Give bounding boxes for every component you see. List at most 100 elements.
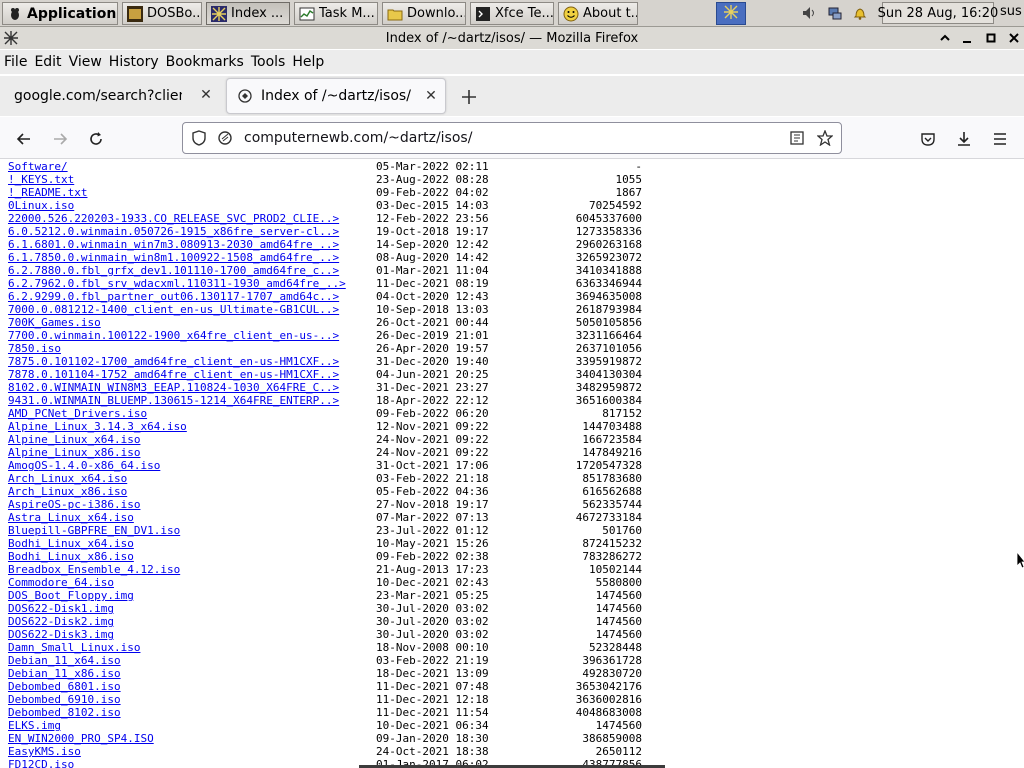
window-titlebar[interactable]: Index of /~dartz/isos/ — Mozilla Firefox	[0, 27, 1024, 49]
file-link[interactable]: 6.2.7880.0.fbl_grfx_dev1.101110-1700_amd…	[8, 264, 339, 277]
file-link[interactable]: Arch_Linux_x86.iso	[8, 485, 127, 498]
new-tab-icon[interactable]	[458, 86, 480, 108]
file-link[interactable]: DOS622-Disk2.img	[8, 615, 114, 628]
menu-file[interactable]: File	[0, 54, 30, 70]
file-link[interactable]: Bodhi_Linux_x64.iso	[8, 537, 134, 550]
bookmark-star-icon[interactable]	[816, 129, 834, 150]
menu-bookmarks[interactable]: Bookmarks	[162, 54, 247, 70]
hamburger-menu-icon[interactable]	[989, 128, 1011, 150]
file-link[interactable]: Damn_Small_Linux.iso	[8, 641, 140, 654]
file-link[interactable]: 0Linux.iso	[8, 199, 74, 212]
file-link[interactable]: FD12CD.iso	[8, 758, 74, 768]
file-link[interactable]: Debombed_6801.iso	[8, 680, 121, 693]
menu-tools[interactable]: Tools	[247, 54, 289, 70]
panel-clock[interactable]: Sun 28 Aug, 16:20	[878, 2, 998, 24]
taskbar-item-downloads[interactable]: Downlo...	[382, 2, 466, 25]
file-link[interactable]: AspireOS-pc-i386.iso	[8, 498, 140, 511]
applications-menu-button[interactable]: Applications	[2, 2, 118, 25]
window-minimize-icon[interactable]	[958, 29, 976, 47]
file-link[interactable]: 7000.0.081212-1400_client_en-us_Ultimate…	[8, 303, 339, 316]
file-link[interactable]: 22000.526.220203-1933.CO_RELEASE_SVC_PRO…	[8, 212, 339, 225]
file-link[interactable]: Breadbox_Ensemble_4.12.iso	[8, 563, 180, 576]
forward-arrow-icon[interactable]	[49, 128, 71, 150]
file-link[interactable]: 6.2.9299.0.fbl_partner_out06.130117-1707…	[8, 290, 339, 303]
url-text[interactable]: computernewb.com/~dartz/isos/	[244, 130, 472, 146]
file-modified-date: 11-Dec-2021 07:48	[376, 680, 489, 693]
file-link[interactable]: Debian_11_x86.iso	[8, 667, 121, 680]
volume-icon[interactable]	[800, 4, 818, 22]
file-modified-date: 04-Oct-2020 12:43	[376, 290, 489, 303]
file-size: 6363346944	[575, 277, 642, 290]
window-maximize-icon[interactable]	[982, 29, 1000, 47]
file-link[interactable]: 7700.0.winmain.100122-1900_x64fre_client…	[8, 329, 339, 342]
file-link[interactable]: Alpine_Linux_x64.iso	[8, 433, 140, 446]
tracking-shield-icon[interactable]	[191, 130, 207, 150]
taskbar-item-about[interactable]: About t...	[558, 2, 638, 25]
file-link[interactable]: 6.2.7962.0.fbl_srv_wdacxml.110311-1930_a…	[8, 277, 346, 290]
address-bar[interactable]: computernewb.com/~dartz/isos/	[182, 122, 842, 154]
panel-username[interactable]: sus	[1000, 4, 1022, 19]
menu-history[interactable]: History	[105, 54, 162, 70]
file-size: 1867	[615, 186, 643, 199]
file-modified-date: 24-Nov-2021 09:22	[376, 433, 489, 446]
window-close-icon[interactable]	[1005, 29, 1023, 47]
taskbar-item-terminal[interactable]: Xfce Te...	[470, 2, 554, 25]
file-link[interactable]: !_README.txt	[8, 186, 87, 199]
file-size: 5050105856	[575, 316, 642, 329]
reload-icon[interactable]	[85, 128, 107, 150]
file-size: 1474560	[595, 602, 642, 615]
connection-info-icon[interactable]	[217, 130, 233, 150]
reader-view-icon[interactable]	[789, 130, 805, 150]
file-link[interactable]: Debombed_6910.iso	[8, 693, 121, 706]
taskbar-item-dosbox[interactable]: DOSBo...	[122, 2, 202, 25]
file-modified-date: 10-May-2021 15:26	[376, 537, 489, 550]
file-link[interactable]: Software/	[8, 160, 68, 173]
file-link[interactable]: EasyKMS.iso	[8, 745, 81, 758]
file-link[interactable]: Debian_11_x64.iso	[8, 654, 121, 667]
workspace-switcher[interactable]	[716, 2, 746, 25]
tab-google-search[interactable]: google.com/search?client=fir ✕	[4, 78, 220, 114]
network-icon[interactable]	[826, 4, 844, 22]
tab-strip: google.com/search?client=fir ✕ Index of …	[0, 76, 1024, 116]
file-link[interactable]: 6.1.6801.0.winmain_win7m3.080913-2030_am…	[8, 238, 339, 251]
file-link[interactable]: 7875.0.101102-1700_amd64fre_client_en-us…	[8, 355, 339, 368]
file-link[interactable]: DOS_Boot_Floppy.img	[8, 589, 134, 602]
file-link[interactable]: 6.0.5212.0.winmain.050726-1915_x86fre_se…	[8, 225, 339, 238]
tab-close-icon[interactable]: ✕	[423, 88, 439, 104]
file-link[interactable]: 7850.iso	[8, 342, 61, 355]
window-app-icon[interactable]	[3, 30, 19, 46]
file-link[interactable]: Bluepill-GBPFRE_EN_DV1.iso	[8, 524, 180, 537]
window-collapse-icon[interactable]	[936, 29, 954, 47]
file-link[interactable]: Debombed_8102.iso	[8, 706, 121, 719]
taskbar-item-task-manager[interactable]: Task M...	[294, 2, 378, 25]
file-link[interactable]: Alpine_Linux_3.14.3_x64.iso	[8, 420, 187, 433]
file-link[interactable]: 6.1.7850.0.winmain_win8m1.100922-1508_am…	[8, 251, 339, 264]
file-link[interactable]: DOS622-Disk3.img	[8, 628, 114, 641]
file-link[interactable]: Astra_Linux_x64.iso	[8, 511, 134, 524]
file-link[interactable]: Bodhi_Linux_x86.iso	[8, 550, 134, 563]
tab-index-of-isos[interactable]: Index of /~dartz/isos/ ✕	[226, 78, 446, 114]
menu-help[interactable]: Help	[288, 54, 327, 70]
menu-edit[interactable]: Edit	[30, 54, 64, 70]
file-link[interactable]: ELKS.img	[8, 719, 61, 732]
downloads-icon[interactable]	[953, 128, 975, 150]
pocket-icon[interactable]	[917, 128, 939, 150]
file-link[interactable]: 8102.0.WINMAIN_WIN8M3_EEAP.110824-1030_X…	[8, 381, 339, 394]
file-link[interactable]: AMD_PCNet_Drivers.iso	[8, 407, 147, 420]
file-link[interactable]: 9431.0.WINMAIN_BLUEMP.130615-1214_X64FRE…	[8, 394, 339, 407]
file-link[interactable]: AmogOS-1.4.0-x86_64.iso	[8, 459, 160, 472]
file-link[interactable]: Arch_Linux_x64.iso	[8, 472, 127, 485]
taskbar-item-firefox[interactable]: Index ...	[206, 2, 290, 25]
back-arrow-icon[interactable]	[13, 128, 35, 150]
file-link[interactable]: EN_WIN2000_PRO_SP4.ISO	[8, 732, 154, 745]
file-link[interactable]: Alpine_Linux_x86.iso	[8, 446, 140, 459]
file-link[interactable]: Commodore_64.iso	[8, 576, 114, 589]
file-link[interactable]: 700K_Games.iso	[8, 316, 101, 329]
tab-close-icon[interactable]: ✕	[198, 87, 214, 103]
file-modified-date: 09-Feb-2022 02:38	[376, 550, 489, 563]
file-link[interactable]: !_KEYS.txt	[8, 173, 74, 186]
menu-view[interactable]: View	[65, 54, 105, 70]
file-link[interactable]: DOS622-Disk1.img	[8, 602, 114, 615]
notification-bell-icon[interactable]	[851, 4, 869, 22]
file-link[interactable]: 7878.0.101104-1752_amd64fre_client_en-us…	[8, 368, 339, 381]
